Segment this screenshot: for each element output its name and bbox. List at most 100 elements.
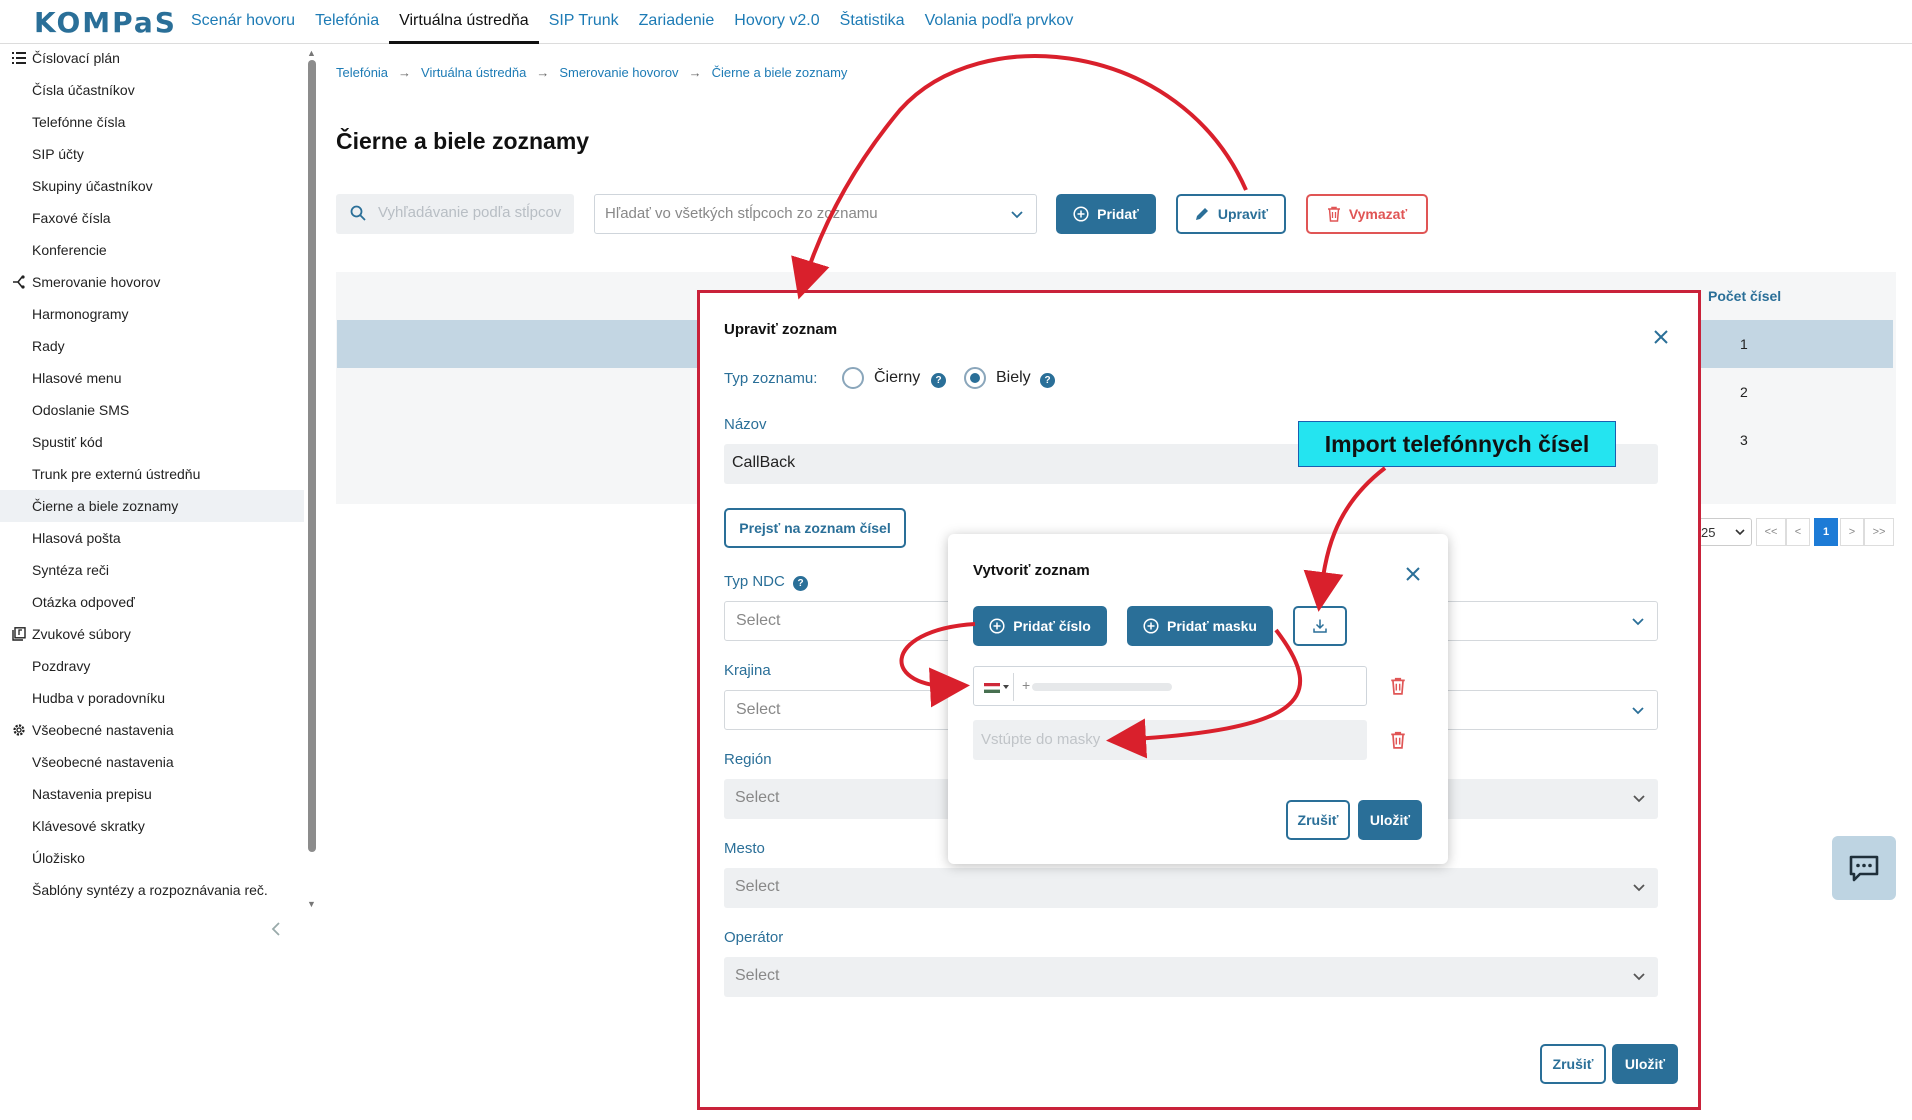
edit-save-label: Uložiť: [1624, 1056, 1666, 1072]
sidebar-item-klavesove-skratky[interactable]: Klávesové skratky: [32, 818, 145, 834]
sidebar-section-label: Číslovací plán: [32, 50, 120, 66]
caret-down-icon[interactable]: [1003, 685, 1009, 689]
sidebar-item-hlasova-posta[interactable]: Hlasová pošta: [32, 530, 121, 546]
sidebar-item-hlasove-menu[interactable]: Hlasové menu: [32, 370, 122, 386]
breadcrumb-telefonia[interactable]: Telefónia: [336, 65, 388, 80]
delete-button[interactable]: Vymazať: [1306, 194, 1428, 234]
name-label: Názov: [724, 416, 767, 433]
sidebar-collapse-button[interactable]: [262, 916, 290, 944]
sidebar-item-synteza-reci[interactable]: Syntéza reči: [32, 562, 109, 578]
pager-first[interactable]: <<: [1756, 518, 1786, 546]
sidebar-section-cislovaci-plan[interactable]: Číslovací plán: [12, 50, 120, 66]
sidebar-item-sablony-syntezy[interactable]: Šablóny syntézy a rozpoznávania reč.: [32, 882, 268, 898]
chevron-down-icon: [1633, 973, 1645, 981]
city-select[interactable]: Select: [724, 868, 1658, 908]
create-modal-title: Vytvoriť zoznam: [973, 562, 1090, 579]
chat-button[interactable]: [1832, 836, 1896, 900]
nav-zariadenie[interactable]: Zariadenie: [629, 0, 725, 44]
region-select-value: Select: [735, 789, 780, 806]
breadcrumb-smerovanie-hovorov[interactable]: Smerovanie hovorov: [559, 65, 678, 80]
nav-scenar-hovoru[interactable]: Scenár hovoru: [181, 0, 305, 44]
country-select-value: Select: [736, 701, 781, 718]
kompas-logo[interactable]: KOMPaS: [34, 6, 177, 39]
nav-sip-trunk[interactable]: SIP Trunk: [539, 0, 629, 44]
sidebar-item-vseobecne-nastavenia[interactable]: Všeobecné nastavenia: [32, 754, 174, 770]
create-save-button[interactable]: Uložiť: [1358, 800, 1422, 840]
mask-input[interactable]: Vstúpte do masky: [973, 720, 1367, 760]
import-numbers-button[interactable]: [1293, 606, 1347, 646]
sidebar-item-otazka-odpoved[interactable]: Otázka odpoveď: [32, 594, 135, 610]
help-icon[interactable]: ?: [931, 373, 946, 388]
sidebar-item-sip-ucty[interactable]: SIP účty: [32, 146, 84, 162]
sidebar: Číslovací plán Čísla účastníkov Telefónn…: [0, 44, 318, 936]
sidebar-item-odoslanie-sms[interactable]: Odoslanie SMS: [32, 402, 129, 418]
sidebar-item-faxove-cisla[interactable]: Faxové čísla: [32, 210, 111, 226]
sidebar-item-harmonogramy[interactable]: Harmonogramy: [32, 306, 128, 322]
breadcrumb-virtualna-ustredna[interactable]: Virtuálna ústredňa: [421, 65, 526, 80]
nav-telefonia[interactable]: Telefónia: [305, 0, 389, 44]
operator-select[interactable]: Select: [724, 957, 1658, 997]
table-cell-count: 3: [1740, 432, 1748, 448]
pager-prev[interactable]: <: [1786, 518, 1810, 546]
sidebar-item-cierne-biele-zoznamy[interactable]: Čierne a biele zoznamy: [32, 498, 178, 514]
country-label: Krajina: [724, 662, 771, 679]
add-mask-button[interactable]: Pridať masku: [1127, 606, 1273, 646]
column-filter-select[interactable]: Hľadať vo všetkých stĺpcoch zo zoznamu: [594, 194, 1037, 234]
annotation-arrow: [791, 54, 1248, 300]
column-header-count[interactable]: Počet čísel: [1708, 288, 1781, 304]
go-to-numbers-button[interactable]: Prejsť na zoznam čísel: [724, 508, 906, 548]
sidebar-section-vseobecne-nastavenia[interactable]: Všeobecné nastavenia: [12, 722, 174, 738]
edit-button[interactable]: Upraviť: [1176, 194, 1286, 234]
trash-icon[interactable]: [1390, 731, 1406, 749]
sidebar-scrollbar[interactable]: [308, 60, 316, 852]
pager-page-current[interactable]: 1: [1814, 518, 1838, 546]
search-input[interactable]: Vyhľadávanie podľa stĺpcov: [336, 194, 574, 234]
plus-circle-icon: [989, 618, 1005, 634]
close-icon[interactable]: [1404, 565, 1422, 583]
close-icon[interactable]: [1652, 328, 1670, 346]
city-select-value: Select: [735, 878, 780, 895]
help-icon[interactable]: ?: [793, 576, 808, 591]
sidebar-item-trunk-externa-ustredna[interactable]: Trunk pre externú ústredňu: [32, 466, 200, 482]
ndc-select-value: Select: [736, 612, 781, 629]
add-number-button[interactable]: Pridať číslo: [973, 606, 1107, 646]
add-button-label: Pridať: [1097, 206, 1139, 222]
help-icon[interactable]: ?: [1040, 373, 1055, 388]
delete-button-label: Vymazať: [1348, 206, 1408, 222]
sidebar-item-hudba-v-poradovniku[interactable]: Hudba v poradovníku: [32, 690, 165, 706]
create-cancel-label: Zrušiť: [1297, 812, 1339, 828]
radio-cierny[interactable]: [842, 367, 864, 389]
sidebar-item-ulozisko[interactable]: Úložisko: [32, 850, 85, 866]
sidebar-item-skupiny-ucastnikov[interactable]: Skupiny účastníkov: [32, 178, 153, 194]
sidebar-item-konferencie[interactable]: Konferencie: [32, 242, 107, 258]
scroll-down-arrow[interactable]: ▼: [307, 899, 316, 909]
edit-save-button[interactable]: Uložiť: [1612, 1044, 1678, 1084]
sidebar-section-smerovanie-hovorov[interactable]: Smerovanie hovorov: [12, 274, 160, 290]
pencil-icon: [1195, 208, 1208, 220]
nav-hovory-v2[interactable]: Hovory v2.0: [724, 0, 829, 44]
breadcrumb-arrow-icon: →: [536, 65, 550, 80]
breadcrumb-cierne-biele-zoznamy[interactable]: Čierne a biele zoznamy: [712, 65, 848, 80]
pager-next[interactable]: >: [1840, 518, 1864, 546]
nav-volania-podla-prvkov[interactable]: Volania podľa prvkov: [915, 0, 1084, 44]
create-cancel-button[interactable]: Zrušiť: [1286, 800, 1350, 840]
sidebar-item-cisla-ucastnikov[interactable]: Čísla účastníkov: [32, 82, 135, 98]
sidebar-section-zvukove-subory[interactable]: Zvukové súbory: [12, 626, 131, 642]
chevron-down-icon: [1632, 707, 1644, 715]
sidebar-item-nastavenia-prepisu[interactable]: Nastavenia prepisu: [32, 786, 152, 802]
gear-icon: [13, 724, 25, 736]
sidebar-item-spustit-kod[interactable]: Spustiť kód: [32, 434, 103, 450]
scroll-up-arrow[interactable]: ▲: [307, 48, 316, 58]
trash-icon[interactable]: [1390, 677, 1406, 695]
edit-cancel-button[interactable]: Zrušiť: [1540, 1044, 1606, 1084]
sidebar-item-pozdravy[interactable]: Pozdravy: [32, 658, 90, 674]
nav-statistika[interactable]: Štatistika: [830, 0, 915, 44]
nav-virtualna-ustredna[interactable]: Virtuálna ústredňa: [389, 0, 539, 44]
radio-biely[interactable]: [964, 367, 986, 389]
sidebar-item-telefonne-cisla[interactable]: Telefónne čísla: [32, 114, 125, 130]
phone-number-input[interactable]: +: [973, 666, 1367, 706]
sidebar-item-rady[interactable]: Rady: [32, 338, 65, 354]
add-button[interactable]: Pridať: [1056, 194, 1156, 234]
pager-last[interactable]: >>: [1864, 518, 1894, 546]
chevron-left-icon: [271, 922, 280, 936]
